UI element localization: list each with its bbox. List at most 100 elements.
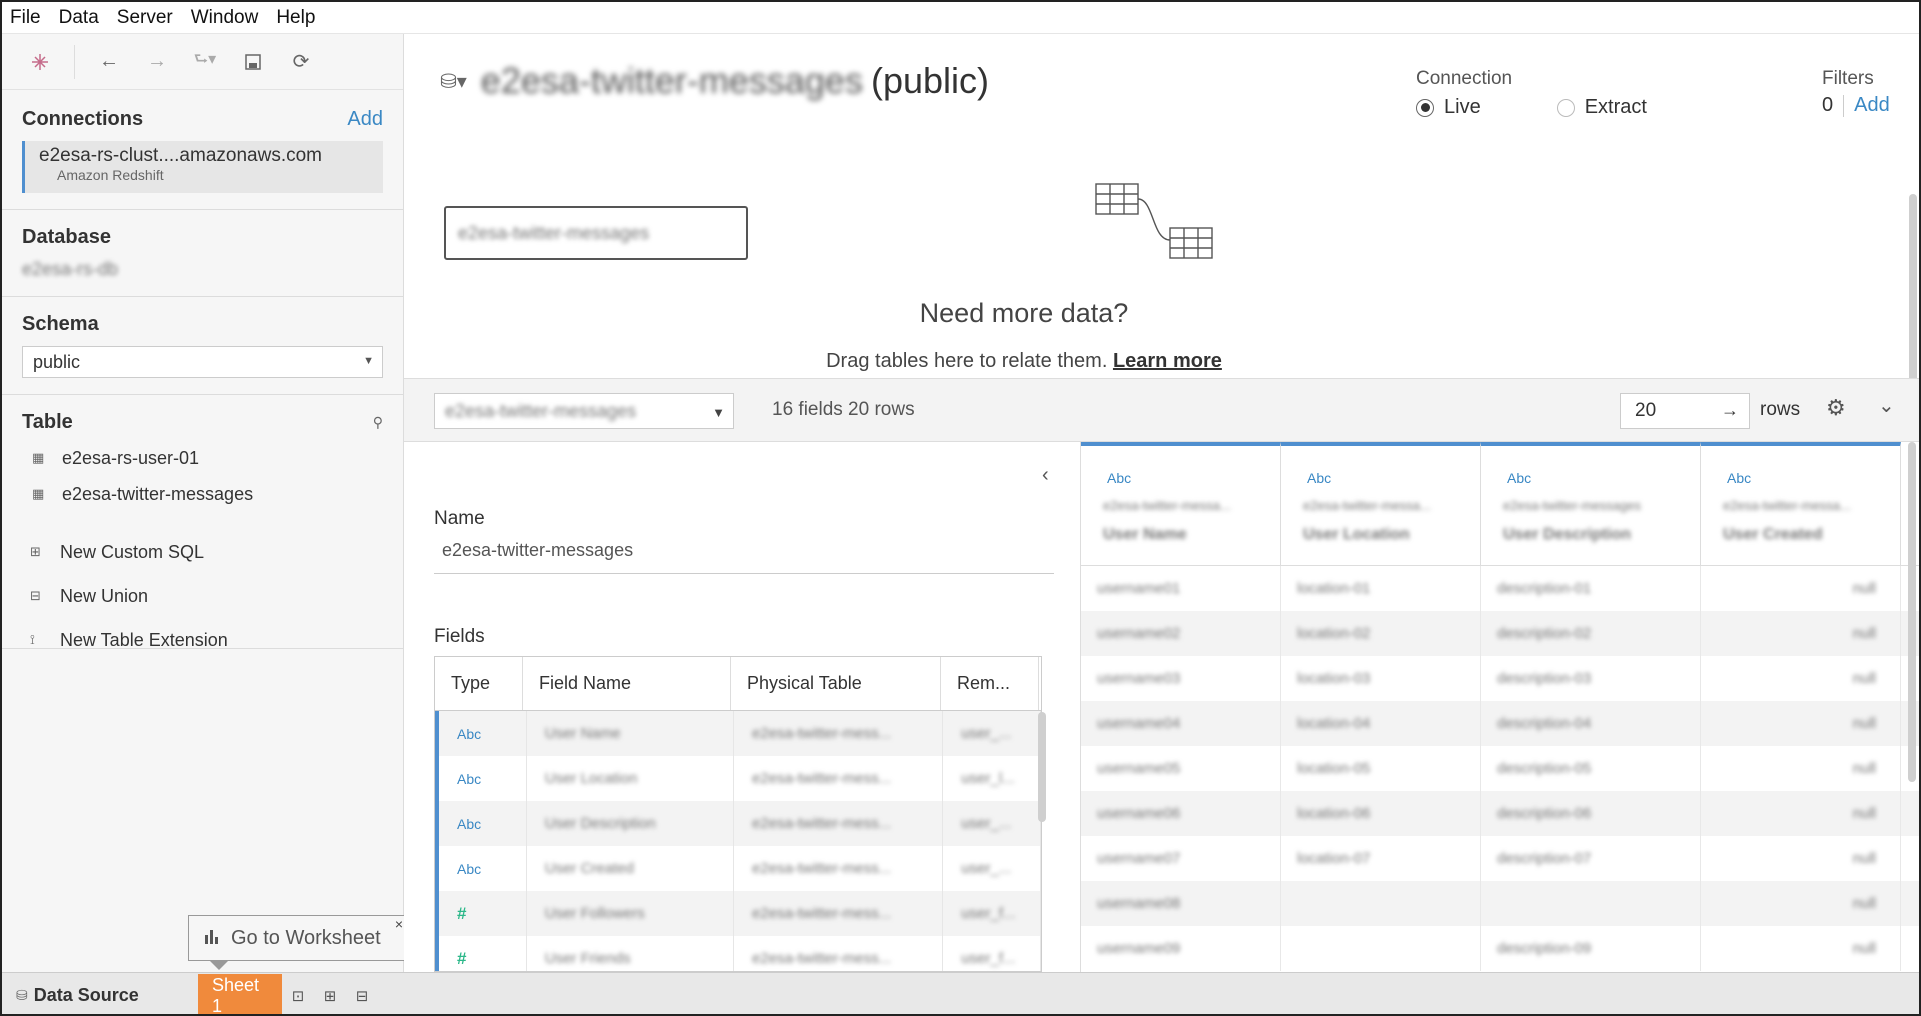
- new-dashboard-icon[interactable]: ⊞: [314, 974, 346, 1015]
- grid-cell[interactable]: username06: [1097, 805, 1180, 822]
- grid-cell[interactable]: description-04: [1497, 715, 1591, 732]
- new-worksheet-icon[interactable]: ⊡: [282, 974, 314, 1015]
- data-grid-scrollbar[interactable]: [1908, 442, 1916, 782]
- chevron-down-icon[interactable]: ⌄: [1878, 393, 1895, 418]
- grid-cell[interactable]: location-05: [1297, 760, 1370, 777]
- column-header-field-name[interactable]: Field Name: [523, 657, 731, 710]
- extract-radio[interactable]: [1556, 98, 1575, 117]
- grid-column-header[interactable]: Abc e2esa-twitter-messages User Descriptio…: [1481, 442, 1701, 565]
- menu-window[interactable]: Window: [191, 7, 259, 29]
- gear-icon[interactable]: ⚙: [1826, 395, 1846, 421]
- canvas-table-card[interactable]: e2esa-twitter-messages: [444, 206, 748, 260]
- new-table-extension[interactable]: ⟟ New Table Extension: [22, 618, 383, 662]
- grid-cell[interactable]: null: [1853, 940, 1876, 957]
- column-type-icon[interactable]: Abc: [1507, 470, 1531, 486]
- tab-sheet-1[interactable]: Sheet 1: [198, 973, 282, 1014]
- grid-cell[interactable]: location-03: [1297, 670, 1370, 687]
- schema-select[interactable]: public ▼: [22, 346, 383, 378]
- grid-cell[interactable]: description-05: [1497, 760, 1591, 777]
- grid-cell[interactable]: username04: [1097, 715, 1180, 732]
- column-type-icon[interactable]: Abc: [1307, 470, 1331, 486]
- canvas-scrollbar[interactable]: [1909, 194, 1917, 404]
- grid-cell[interactable]: null: [1853, 805, 1876, 822]
- fields-table-scrollbar[interactable]: [1038, 712, 1046, 822]
- grid-cell[interactable]: location-07: [1297, 850, 1370, 867]
- datasource-name[interactable]: e2esa-twitter-messages: [481, 60, 863, 102]
- grid-cell[interactable]: location-06: [1297, 805, 1370, 822]
- column-type-icon[interactable]: Abc: [1727, 470, 1751, 486]
- grid-cell[interactable]: null: [1853, 850, 1876, 867]
- grid-cell[interactable]: username08: [1097, 895, 1180, 912]
- menu-data[interactable]: Data: [59, 7, 99, 29]
- refresh-icon[interactable]: ⟳: [283, 44, 319, 80]
- connection-item[interactable]: e2esa-rs-clust....amazonaws.com Amazon R…: [22, 141, 383, 193]
- menu-file[interactable]: File: [10, 7, 41, 29]
- field-row[interactable]: Abc User Name e2esa-twitter-mess... user_..…: [435, 711, 1041, 756]
- add-connection-link[interactable]: Add: [347, 108, 383, 131]
- table-item[interactable]: ▦ e2esa-twitter-messages: [22, 476, 383, 512]
- grid-cell[interactable]: null: [1853, 760, 1876, 777]
- field-row[interactable]: # User Followers e2esa-twitter-mess... user…: [435, 891, 1041, 936]
- grid-cell[interactable]: username07: [1097, 850, 1180, 867]
- grid-column-header[interactable]: Abc e2esa-twitter-messa... User Created: [1701, 442, 1901, 565]
- column-header-type[interactable]: Type: [435, 657, 523, 710]
- grid-cell[interactable]: location-01: [1297, 580, 1370, 597]
- grid-cell[interactable]: username09: [1097, 940, 1180, 957]
- grid-column-header[interactable]: Abc e2esa-twitter-messa... User Location: [1281, 442, 1481, 565]
- field-row[interactable]: # User Friends e2esa-twitter-mess... user_f…: [435, 936, 1041, 971]
- field-type-icon[interactable]: Abc: [457, 816, 481, 832]
- go-to-worksheet-tooltip[interactable]: Go to Worksheet ×: [188, 915, 410, 970]
- grid-cell[interactable]: description-07: [1497, 850, 1591, 867]
- close-icon[interactable]: ×: [395, 916, 403, 932]
- grid-cell[interactable]: null: [1853, 895, 1876, 912]
- field-row[interactable]: Abc User Description e2esa-twitter-mess...…: [435, 801, 1041, 846]
- grid-cell[interactable]: username03: [1097, 670, 1180, 687]
- database-icon[interactable]: ⛁▾: [440, 69, 467, 94]
- grid-column-header[interactable]: Abc e2esa-twitter-messa... User Name: [1081, 442, 1281, 565]
- field-row[interactable]: Abc User Location e2esa-twitter-mess... use…: [435, 756, 1041, 801]
- grid-cell[interactable]: username05: [1097, 760, 1180, 777]
- table-item[interactable]: ▦ e2esa-rs-user-01: [22, 440, 383, 476]
- column-header-physical-table[interactable]: Physical Table: [731, 657, 941, 710]
- grid-cell[interactable]: null: [1853, 715, 1876, 732]
- grid-cell[interactable]: location-04: [1297, 715, 1370, 732]
- database-value[interactable]: e2esa-rs-db: [22, 259, 383, 280]
- redo-icon[interactable]: ⮑▾: [187, 44, 223, 80]
- grid-cell[interactable]: null: [1853, 625, 1876, 642]
- field-row[interactable]: Abc User Created e2esa-twitter-mess... user…: [435, 846, 1041, 891]
- tab-data-source[interactable]: ⛁ Data Source: [2, 974, 198, 1015]
- new-story-icon[interactable]: ⊟: [346, 974, 378, 1015]
- grid-cell[interactable]: description-03: [1497, 670, 1591, 687]
- rows-input[interactable]: 20 →: [1620, 393, 1750, 429]
- grid-cell[interactable]: null: [1853, 580, 1876, 597]
- search-icon[interactable]: ⚲: [373, 414, 383, 431]
- save-icon[interactable]: [235, 44, 271, 80]
- chevron-left-icon[interactable]: ‹: [1042, 464, 1049, 487]
- arrow-right-icon[interactable]: →: [1721, 400, 1739, 421]
- forward-icon[interactable]: →: [139, 44, 175, 80]
- field-type-icon[interactable]: Abc: [457, 771, 481, 787]
- grid-cell[interactable]: description-09: [1497, 940, 1591, 957]
- new-custom-sql[interactable]: ⊞ New Custom SQL: [22, 530, 383, 574]
- column-type-icon[interactable]: Abc: [1107, 470, 1131, 486]
- name-field[interactable]: e2esa-twitter-messages: [434, 540, 1054, 574]
- field-type-icon[interactable]: Abc: [457, 726, 481, 742]
- grid-cell[interactable]: location-02: [1297, 625, 1370, 642]
- live-radio[interactable]: [1416, 98, 1434, 117]
- grid-cell[interactable]: username01: [1097, 580, 1180, 597]
- grid-cell[interactable]: username02: [1097, 625, 1180, 642]
- back-icon[interactable]: ←: [91, 44, 127, 80]
- field-type-icon[interactable]: Abc: [457, 861, 481, 877]
- table-select[interactable]: e2esa-twitter-messages ▼: [434, 393, 734, 429]
- new-union[interactable]: ⊟ New Union: [22, 574, 383, 618]
- menu-help[interactable]: Help: [276, 7, 315, 29]
- grid-cell[interactable]: description-06: [1497, 805, 1591, 822]
- field-type-icon[interactable]: #: [457, 904, 466, 924]
- column-header-remote[interactable]: Rem...: [941, 657, 1039, 710]
- grid-cell[interactable]: description-01: [1497, 580, 1591, 597]
- grid-cell[interactable]: description-02: [1497, 625, 1591, 642]
- learn-more-link[interactable]: Learn more: [1113, 350, 1222, 372]
- tableau-logo-icon[interactable]: [22, 44, 58, 80]
- add-filter-link[interactable]: Add: [1854, 94, 1890, 117]
- field-type-icon[interactable]: #: [457, 949, 466, 969]
